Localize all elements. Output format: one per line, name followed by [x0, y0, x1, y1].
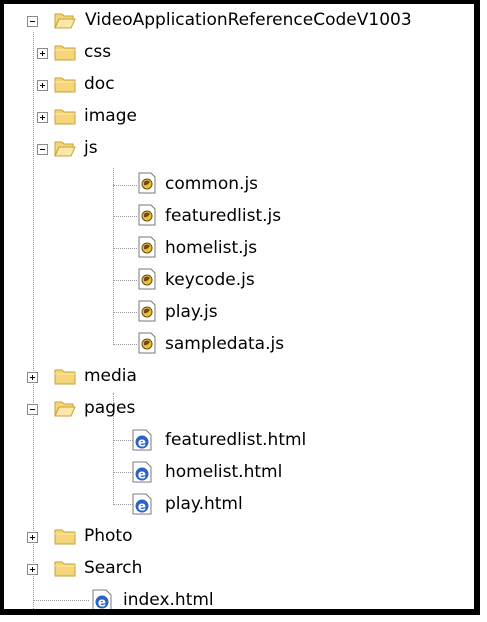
folder-icon: [54, 369, 76, 385]
script-file-icon: [138, 332, 156, 354]
tree-node-label: homelist.js: [165, 238, 258, 258]
tree-node-label: featuredlist.js: [165, 206, 282, 226]
folder-tree: VideoApplicationReferenceCodeV1003 css d…: [4, 4, 474, 609]
script-file-icon: [138, 172, 156, 194]
folder-icon: [54, 561, 76, 577]
html-file-icon: e: [132, 493, 152, 515]
expand-toggle[interactable]: [37, 48, 48, 59]
tree-node-file[interactable]: keycode.js: [4, 265, 474, 297]
html-file-icon: e: [132, 461, 152, 483]
tree-node-file[interactable]: common.js: [4, 169, 474, 201]
expand-toggle[interactable]: [37, 112, 48, 123]
tree-node-label: play.html: [165, 494, 243, 514]
open-folder-icon: [54, 401, 76, 417]
tree-node-label: css: [84, 42, 112, 62]
tree-node-folder[interactable]: doc: [4, 69, 474, 101]
tree-node-folder[interactable]: pages: [4, 393, 474, 425]
tree-node-file[interactable]: homelist.js: [4, 233, 474, 265]
tree-node-label: featuredlist.html: [165, 430, 307, 450]
folder-icon: [54, 45, 76, 61]
tree-node-file[interactable]: sampledata.js: [4, 329, 474, 361]
tree-node-file[interactable]: e featuredlist.html: [4, 425, 474, 457]
tree-node-folder[interactable]: Search: [4, 553, 474, 585]
svg-text:e: e: [138, 500, 146, 514]
script-file-icon: [138, 300, 156, 322]
tree-node-label: index.html: [123, 590, 214, 610]
svg-text:e: e: [138, 436, 146, 450]
expand-toggle[interactable]: [27, 564, 38, 575]
tree-node-label: play.js: [165, 302, 218, 322]
folder-icon: [54, 109, 76, 125]
html-file-icon: e: [132, 429, 152, 451]
tree-node-folder[interactable]: js: [4, 133, 474, 165]
tree-node-file[interactable]: featuredlist.js: [4, 201, 474, 233]
svg-text:e: e: [138, 468, 146, 482]
tree-node-label: pages: [84, 398, 136, 418]
tree-node-label: Photo: [84, 526, 133, 546]
expand-toggle[interactable]: [27, 532, 38, 543]
tree-node-file[interactable]: e index.html: [4, 585, 474, 610]
file-explorer-window: VideoApplicationReferenceCodeV1003 css d…: [0, 0, 480, 615]
tree-node-label: media: [84, 366, 137, 386]
tree-node-label: homelist.html: [165, 462, 283, 482]
tree-node-folder[interactable]: image: [4, 101, 474, 133]
tree-node-file[interactable]: e play.html: [4, 489, 474, 521]
expand-toggle[interactable]: [37, 80, 48, 91]
tree-node-label: image: [84, 106, 137, 126]
folder-icon: [54, 529, 76, 545]
tree-node-folder[interactable]: Photo: [4, 521, 474, 553]
folder-icon: [54, 77, 76, 93]
tree-node-label: doc: [84, 74, 115, 94]
tree-node-label: keycode.js: [165, 270, 255, 290]
svg-text:e: e: [98, 596, 106, 610]
tree-node-label: sampledata.js: [165, 334, 285, 354]
tree-node-folder[interactable]: media: [4, 361, 474, 393]
tree-node-folder[interactable]: css: [4, 37, 474, 69]
tree-node-label: common.js: [165, 174, 259, 194]
html-file-icon: e: [92, 589, 112, 610]
tree-node-file[interactable]: play.js: [4, 297, 474, 329]
script-file-icon: [138, 268, 156, 290]
open-folder-icon: [54, 13, 76, 29]
tree-node-file[interactable]: e homelist.html: [4, 457, 474, 489]
tree-node-label: Search: [84, 558, 143, 578]
expand-toggle[interactable]: [27, 372, 38, 383]
collapse-toggle[interactable]: [27, 404, 38, 415]
script-file-icon: [138, 236, 156, 258]
tree-node-root[interactable]: VideoApplicationReferenceCodeV1003: [4, 5, 474, 37]
open-folder-icon: [54, 141, 76, 157]
collapse-toggle[interactable]: [27, 16, 38, 27]
tree-node-label: VideoApplicationReferenceCodeV1003: [85, 10, 412, 30]
tree-node-label: js: [84, 138, 98, 158]
script-file-icon: [138, 204, 156, 226]
collapse-toggle[interactable]: [37, 144, 48, 155]
